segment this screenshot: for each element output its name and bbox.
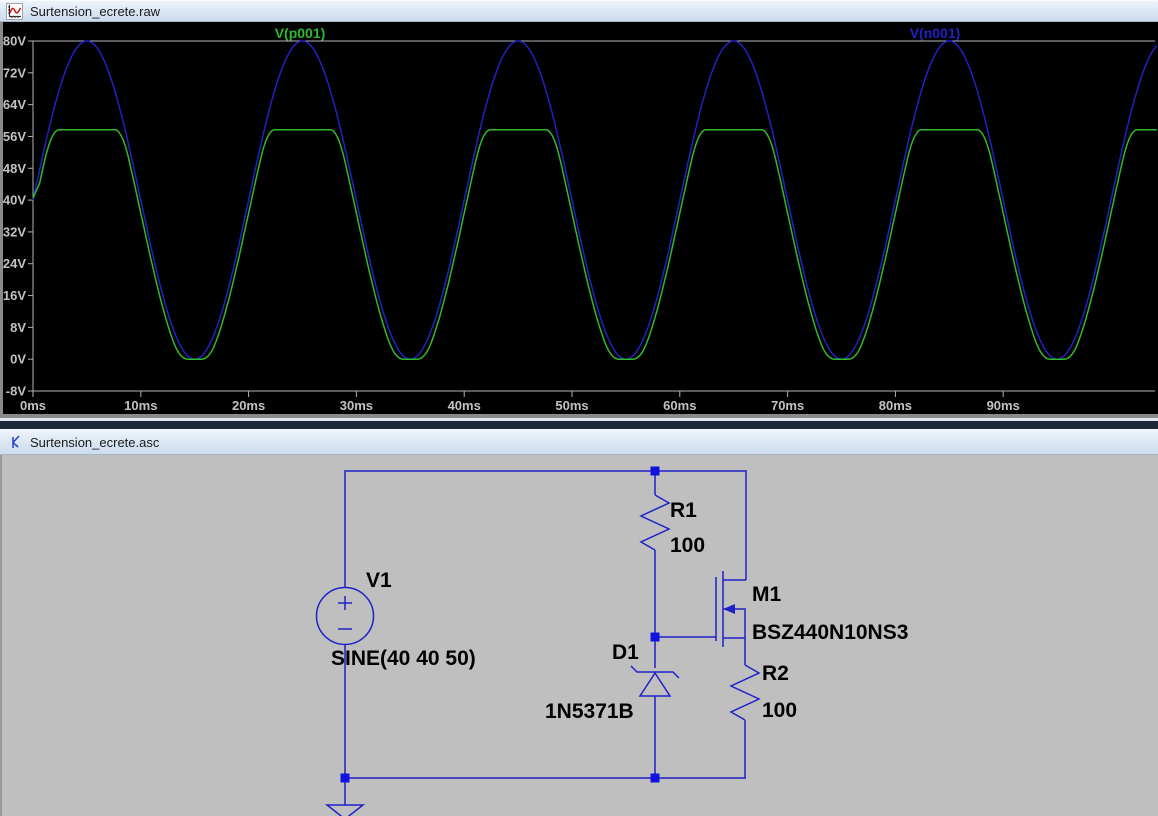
y-tick-label: 32V	[3, 224, 26, 239]
schematic-background	[0, 455, 1158, 816]
y-tick-label: 16V	[3, 288, 26, 303]
trace-label-vn001[interactable]: V(n001)	[910, 25, 961, 41]
trace-label-vp001[interactable]: V(p001)	[275, 25, 326, 41]
waveform-plot-area[interactable]: V(p001) V(n001) 80V 72V 64V 56V 48V 40V 32V 24V…	[0, 22, 1158, 418]
x-tick-label: 30ms	[340, 398, 373, 413]
waveform-titlebar[interactable]: Surtension_ecrete.raw	[0, 0, 1158, 22]
m1-ref-label[interactable]: M1	[752, 583, 781, 606]
x-tick-label: 40ms	[448, 398, 481, 413]
d1-value-label[interactable]: 1N5371B	[545, 700, 634, 723]
v1-value-label[interactable]: SINE(40 40 50)	[331, 647, 476, 670]
r1-ref-label[interactable]: R1	[670, 499, 697, 522]
y-tick-label: 64V	[3, 97, 26, 112]
schematic-icon	[11, 434, 20, 448]
y-tick-label: 80V	[3, 34, 26, 49]
x-tick-label: 50ms	[555, 398, 588, 413]
pane-divider[interactable]	[0, 418, 1158, 429]
x-tick-label: 80ms	[879, 398, 912, 413]
schematic-titlebar[interactable]: Surtension_ecrete.asc	[0, 429, 1158, 455]
v1-ref-label[interactable]: V1	[366, 569, 392, 592]
schematic-canvas[interactable]: V1 SINE(40 40 50) R1 100 M1 BSZ440N10NS3	[0, 455, 1158, 816]
x-tick-label: 60ms	[663, 398, 696, 413]
schematic-pane-title: Surtension_ecrete.asc	[30, 434, 160, 450]
r2-ref-label[interactable]: R2	[762, 662, 789, 685]
y-tick-label: -8V	[6, 384, 27, 399]
y-tick-label: 56V	[3, 129, 26, 144]
waveform-pane: Surtension_ecrete.raw V(p001) V(n001) 80…	[0, 0, 1158, 418]
y-tick-label: 48V	[3, 161, 26, 176]
y-tick-label: 24V	[3, 256, 26, 271]
divider-shadow	[0, 421, 1158, 429]
waveform-icon	[6, 2, 23, 20]
m1-value-label[interactable]: BSZ440N10NS3	[752, 621, 908, 644]
r1-value-label[interactable]: 100	[670, 534, 705, 557]
d1-ref-label[interactable]: D1	[612, 641, 639, 664]
y-tick-label: 72V	[3, 65, 26, 80]
r2-value-label[interactable]: 100	[762, 699, 797, 722]
plot-background	[0, 22, 1158, 418]
y-tick-label: 40V	[3, 193, 26, 208]
pane-border-left	[0, 22, 3, 418]
x-tick-label: 90ms	[987, 398, 1020, 413]
y-tick-label: 0V	[10, 352, 26, 367]
x-tick-label: 10ms	[124, 398, 157, 413]
x-tick-label: 20ms	[232, 398, 265, 413]
ltspice-window: Surtension_ecrete.raw V(p001) V(n001) 80…	[0, 0, 1158, 816]
schematic-border-left	[0, 455, 2, 816]
x-tick-label: 70ms	[771, 398, 804, 413]
y-tick-label: 8V	[10, 320, 26, 335]
schematic-pane: Surtension_ecrete.asc V1 SINE(40 40 50) …	[0, 429, 1158, 816]
x-tick-label: 0ms	[20, 398, 46, 413]
waveform-pane-title: Surtension_ecrete.raw	[30, 3, 161, 19]
